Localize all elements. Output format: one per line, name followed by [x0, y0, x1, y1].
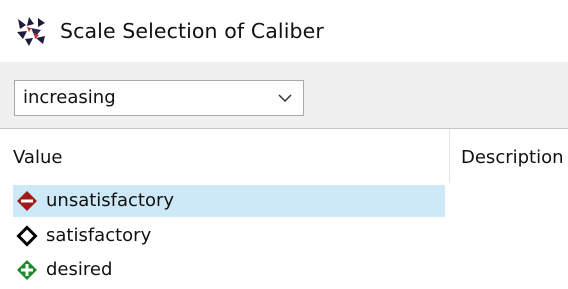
list-item-label: satisfactory — [46, 225, 152, 246]
diamond-plus-icon — [17, 260, 37, 280]
diamond-minus-icon — [17, 191, 37, 211]
order-dropdown[interactable]: increasing — [14, 80, 304, 116]
caliber-scale-icon — [17, 17, 45, 46]
column-header-description[interactable]: Description — [461, 145, 564, 171]
list-item-unsatisfactory[interactable]: unsatisfactory — [13, 185, 445, 217]
diamond-outline-icon — [16, 225, 38, 247]
list-item-label: desired — [46, 259, 113, 280]
list-item-satisfactory[interactable]: satisfactory — [13, 220, 445, 252]
column-separator[interactable] — [449, 129, 450, 183]
window-title: Scale Selection of Caliber — [60, 19, 324, 43]
toolbar: increasing — [0, 62, 568, 128]
scale-values-list: unsatisfactory satisfactory desired — [0, 185, 568, 289]
table-header: Value Description — [0, 129, 568, 183]
list-item-label: unsatisfactory — [46, 190, 175, 211]
order-dropdown-value: increasing — [23, 87, 116, 108]
list-item-desired[interactable]: desired — [13, 254, 445, 286]
title-bar: Scale Selection of Caliber — [0, 0, 568, 62]
column-header-value[interactable]: Value — [13, 145, 62, 171]
chevron-down-icon[interactable] — [277, 91, 293, 105]
